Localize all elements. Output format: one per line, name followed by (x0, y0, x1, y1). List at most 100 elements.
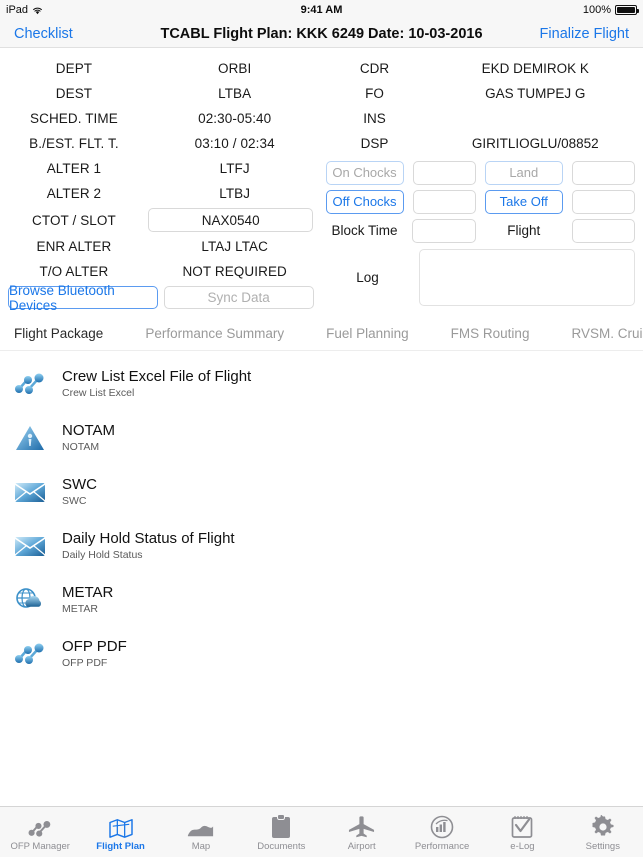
flight-input[interactable] (571, 218, 635, 243)
list-item-subtitle: METAR (62, 603, 98, 615)
info-row-dept: DEPT ORBI (0, 56, 322, 81)
info-row-ctot-slot: CTOT / SLOT NAX0540 (0, 206, 322, 234)
tab-flight-plan[interactable]: Flight Plan (80, 813, 160, 852)
ctot-slot-input[interactable]: NAX0540 (147, 208, 314, 232)
tab-fuel-planning[interactable]: Fuel Planning (326, 326, 409, 341)
battery-percent: 100% (582, 4, 611, 16)
list-item-text: NOTAM NOTAM (52, 422, 115, 454)
tab-ofp-manager[interactable]: OFP Manager (0, 813, 80, 852)
molecule-icon (8, 636, 52, 672)
info-row-cdr: CDR EKD DEMIROK K (322, 56, 643, 81)
value-block-est-flt-time: 03:10 / 02:34 (194, 136, 275, 151)
tab-label: Settings (585, 840, 620, 852)
value-dsp: GIRITLIOGLU/08852 (471, 136, 599, 151)
airplane-icon (348, 813, 375, 839)
list-item-title: METAR (62, 584, 114, 601)
tab-e-log[interactable]: e-Log (482, 813, 562, 852)
checklist-back-button[interactable]: Checklist (14, 26, 73, 42)
label-ctot-slot: CTOT / SLOT (32, 212, 116, 228)
off-chocks-input[interactable] (412, 189, 476, 214)
checklist-icon (511, 813, 533, 839)
land-input[interactable] (571, 160, 635, 185)
block-time-input[interactable] (412, 218, 476, 243)
browse-bluetooth-devices-button[interactable]: Browse Bluetooth Devices (8, 283, 158, 313)
tab-performance-summary[interactable]: Performance Summary (145, 326, 284, 341)
envelope-icon (8, 528, 52, 564)
list-item-title: Daily Hold Status of Flight (62, 530, 235, 547)
log-row: Log (326, 249, 635, 306)
flight-plan-screen: iPad 9:41 AM 100% Checklist TCABL Flight… (0, 0, 643, 857)
value-cdr: EKD DEMIROK K (481, 61, 589, 76)
list-item-title: OFP PDF (62, 638, 127, 655)
tab-rvsm-cruise[interactable]: RVSM. Cruise (571, 326, 643, 341)
list-item-subtitle: Daily Hold Status (62, 549, 143, 561)
take-off-button[interactable]: Take Off (484, 189, 563, 214)
off-chocks-button[interactable]: Off Chocks (325, 189, 404, 214)
map-folded-icon (108, 813, 134, 839)
list-item[interactable]: NOTAM NOTAM (0, 411, 643, 465)
list-item[interactable]: Daily Hold Status of Flight Daily Hold S… (0, 519, 643, 573)
list-item-title: SWC (62, 476, 97, 493)
info-row-alter-2: ALTER 2 LTBJ (0, 181, 322, 206)
sync-data-button[interactable]: Sync Data (163, 286, 314, 309)
off-chocks-row: Off Chocks Take Off (325, 187, 635, 216)
tab-performance[interactable]: Performance (402, 813, 482, 852)
label-dept: DEPT (55, 61, 93, 76)
list-item-subtitle: OFP PDF (62, 657, 108, 669)
log-textarea[interactable] (418, 249, 635, 306)
label-alter-1: ALTER 1 (46, 161, 102, 176)
land-button[interactable]: Land (484, 160, 563, 185)
gauge-chart-icon (430, 813, 454, 839)
list-item[interactable]: METAR METAR (0, 573, 643, 627)
tab-settings[interactable]: Settings (563, 813, 643, 852)
list-item[interactable]: Crew List Excel File of Flight Crew List… (0, 357, 643, 411)
label-flight: Flight (507, 223, 541, 238)
list-item[interactable]: OFP PDF OFP PDF (0, 627, 643, 681)
value-dest: LTBA (218, 86, 252, 101)
value-enr-alter: LTAJ LTAC (201, 239, 269, 254)
tab-fms-routing[interactable]: FMS Routing (451, 326, 530, 341)
value-fo: GAS TUMPEJ G (485, 86, 586, 101)
list-item-text: OFP PDF OFP PDF (52, 638, 127, 670)
value-dept: ORBI (217, 61, 252, 76)
tab-map[interactable]: Map (161, 813, 241, 852)
tab-label: Documents (257, 840, 306, 852)
molecule-icon (8, 366, 52, 402)
info-row-dsp: DSP GIRITLIOGLU/08852 (322, 131, 643, 156)
value-sched-time: 02:30-05:40 (198, 111, 272, 126)
bluetooth-actions-row: Browse Bluetooth Devices Sync Data (0, 283, 322, 313)
label-block-time: Block Time (331, 223, 398, 238)
tab-label: e-Log (510, 840, 535, 852)
label-cdr: CDR (359, 61, 390, 76)
bottom-tab-bar: OFP Manager Flight Plan Map Documents Ai… (0, 806, 643, 857)
list-item-text: METAR METAR (52, 584, 113, 616)
take-off-input[interactable] (571, 189, 635, 214)
flight-info-right: CDR EKD DEMIROK K FO GAS TUMPEJ G INS DS… (322, 56, 643, 309)
info-row-block-est-flt-time: B./EST. FLT. T. 03:10 / 02:34 (0, 131, 322, 156)
on-chocks-row: On Chocks Land (325, 158, 635, 187)
info-row-to-alter: T/O ALTER NOT REQUIRED (0, 259, 322, 284)
value-alter-1: LTFJ (219, 161, 250, 176)
finalize-flight-button[interactable]: Finalize Flight (540, 26, 629, 42)
on-chocks-button[interactable]: On Chocks (325, 160, 404, 185)
list-item[interactable]: SWC SWC (0, 465, 643, 519)
list-item-subtitle: Crew List Excel (62, 387, 135, 399)
value-alter-2: LTBJ (219, 186, 251, 201)
label-dsp: DSP (360, 136, 389, 151)
tab-documents[interactable]: Documents (241, 813, 321, 852)
on-chocks-input[interactable] (412, 160, 476, 185)
value-to-alter: NOT REQUIRED (182, 264, 287, 279)
chocks-times-grid: On Chocks Land Off Chocks Take Off Block… (322, 156, 643, 306)
list-item-text: Crew List Excel File of Flight Crew List… (52, 368, 251, 400)
tab-airport[interactable]: Airport (322, 813, 402, 852)
globe-cloud-icon (8, 582, 52, 618)
list-item-subtitle: SWC (62, 495, 87, 507)
info-row-ins: INS (322, 106, 643, 131)
list-item-title: NOTAM (62, 422, 116, 439)
label-to-alter: T/O ALTER (39, 264, 109, 279)
battery-full-icon (615, 5, 639, 15)
section-tab-bar: Flight Package Performance Summary Fuel … (0, 317, 643, 351)
info-row-sched-time: SCHED. TIME 02:30-05:40 (0, 106, 322, 131)
tab-flight-package[interactable]: Flight Package (14, 326, 103, 341)
warning-triangle-icon (8, 420, 52, 456)
